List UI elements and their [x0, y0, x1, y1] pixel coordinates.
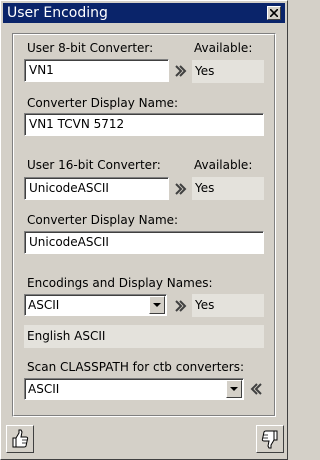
classpath-selected-value: ASCII	[28, 382, 60, 396]
thumbs-down-icon	[261, 430, 278, 449]
dropdown-arrow-icon	[153, 303, 161, 307]
cancel-button[interactable]	[256, 425, 284, 453]
ok-button[interactable]	[6, 425, 34, 453]
chevron-double-right-icon[interactable]	[174, 299, 188, 313]
encodings-label: Encodings and Display Names:	[27, 276, 213, 290]
encodings-select[interactable]: ASCII	[24, 294, 167, 316]
close-icon	[270, 9, 278, 17]
dropdown-arrow-icon	[230, 387, 238, 391]
user-8bit-converter-input[interactable]: VN1	[24, 59, 169, 82]
user-8bit-available-label: Available:	[194, 41, 253, 55]
user-16bit-converter-input[interactable]: UnicodeASCII	[24, 177, 169, 200]
chevron-double-left-icon[interactable]	[249, 382, 263, 396]
user-8bit-display-name-label: Converter Display Name:	[27, 96, 179, 110]
user-16bit-available-value: Yes	[192, 177, 264, 200]
thumbs-up-icon	[12, 429, 29, 448]
user-16bit-display-name-input[interactable]: UnicodeASCII	[24, 231, 264, 254]
user-8bit-display-name-input[interactable]: VN1 TCVN 5712	[24, 113, 264, 136]
chevron-double-right-icon[interactable]	[174, 64, 188, 78]
close-button[interactable]	[267, 6, 281, 20]
user-8bit-available-value: Yes	[192, 60, 264, 83]
classpath-dropdown-button[interactable]	[226, 380, 242, 398]
classpath-select[interactable]: ASCII	[24, 378, 244, 400]
title-bar[interactable]: User Encoding	[3, 3, 285, 23]
user-16bit-converter-label: User 16-bit Converter:	[27, 158, 161, 172]
encodings-dropdown-button[interactable]	[149, 296, 165, 314]
chevron-double-right-icon[interactable]	[174, 182, 188, 196]
classpath-label: Scan CLASSPATH for ctb converters:	[27, 360, 245, 374]
user-encoding-window: User Encoding User 8-bit Converter: Avai…	[0, 0, 288, 460]
user-16bit-display-name-label: Converter Display Name:	[27, 213, 179, 227]
encodings-display-name: English ASCII	[24, 325, 264, 348]
encodings-available-value: Yes	[192, 294, 264, 317]
user-16bit-available-label: Available:	[194, 158, 253, 172]
user-8bit-converter-label: User 8-bit Converter:	[27, 41, 154, 55]
window-title: User Encoding	[7, 5, 108, 21]
encodings-selected-value: ASCII	[28, 298, 60, 312]
